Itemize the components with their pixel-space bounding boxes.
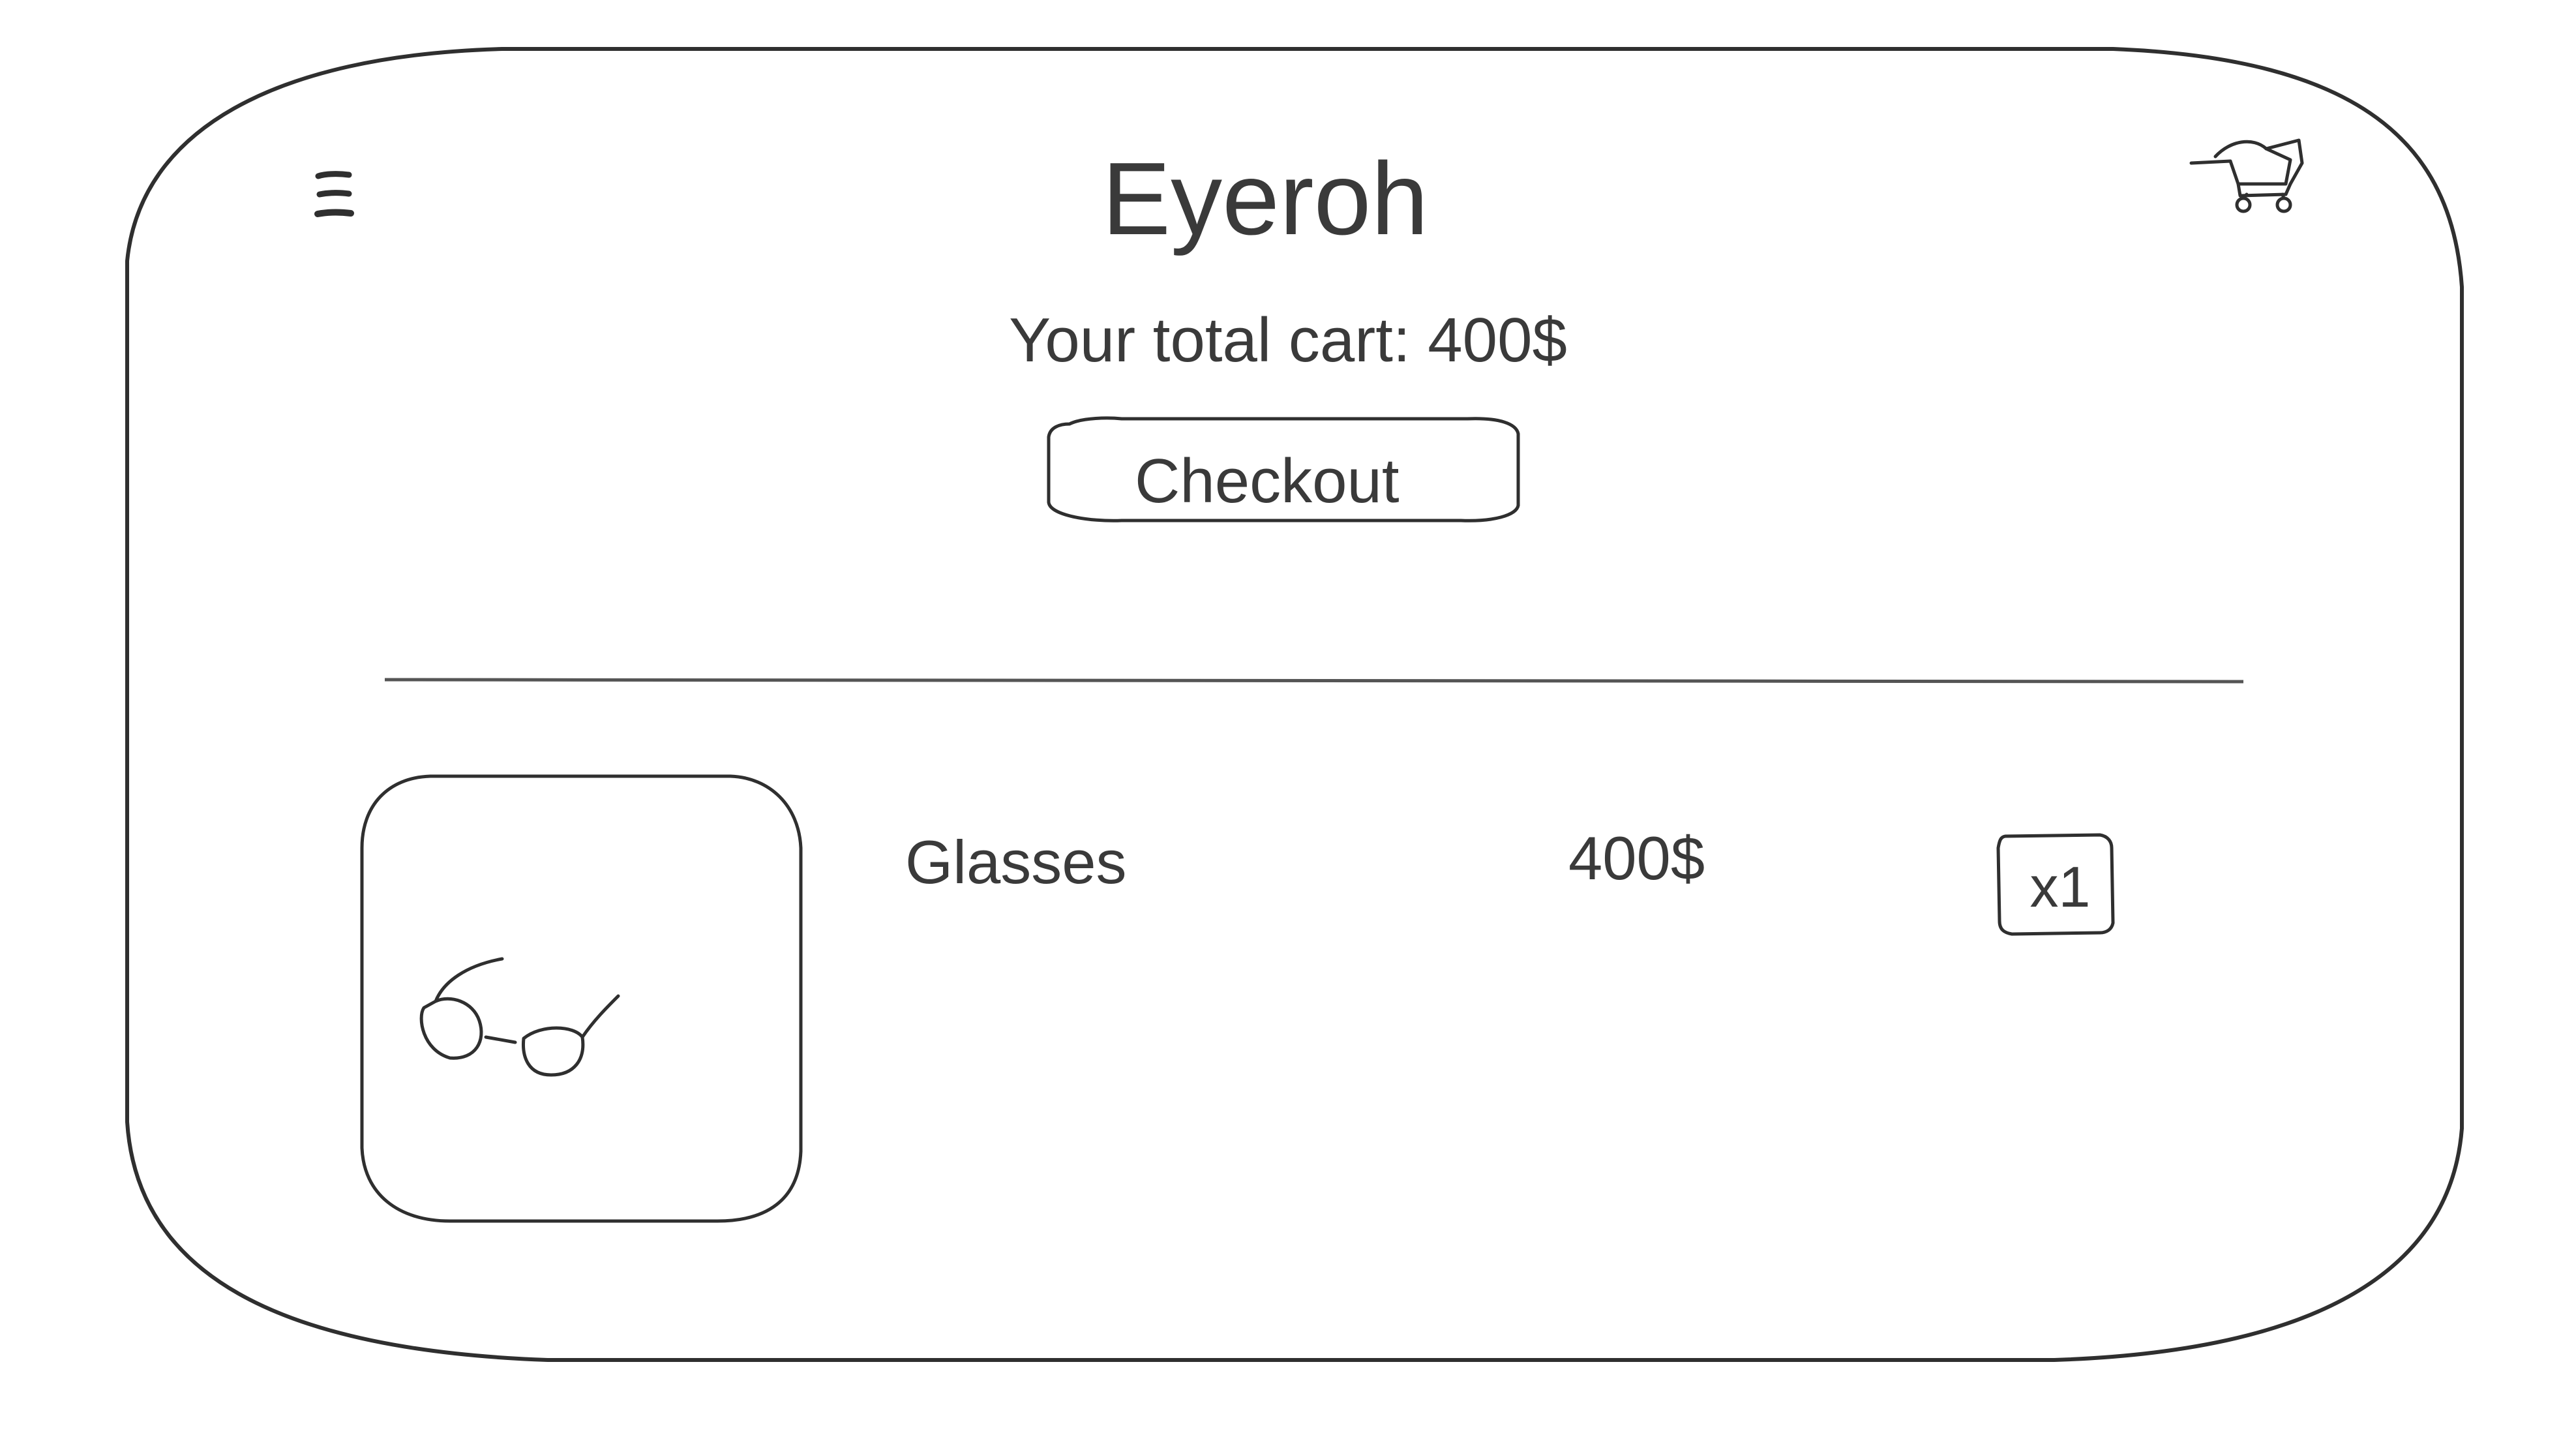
app-title: Eyeroh [1101,142,1429,256]
section-divider [384,678,2244,684]
cart-total-text: Your total cart: 400$ [1009,305,1567,375]
cart-item-price: 400$ [1568,824,1705,892]
hamburger-menu-icon[interactable] [314,171,354,217]
cart-item-name: Glasses [905,828,1127,896]
product-image-frame [360,774,803,1223]
quantity-selector[interactable]: x1 [2005,838,2116,936]
shopping-cart-icon[interactable] [2189,138,2304,213]
glasses-icon [419,957,620,1077]
checkout-button[interactable]: Checkout [1050,436,1520,527]
